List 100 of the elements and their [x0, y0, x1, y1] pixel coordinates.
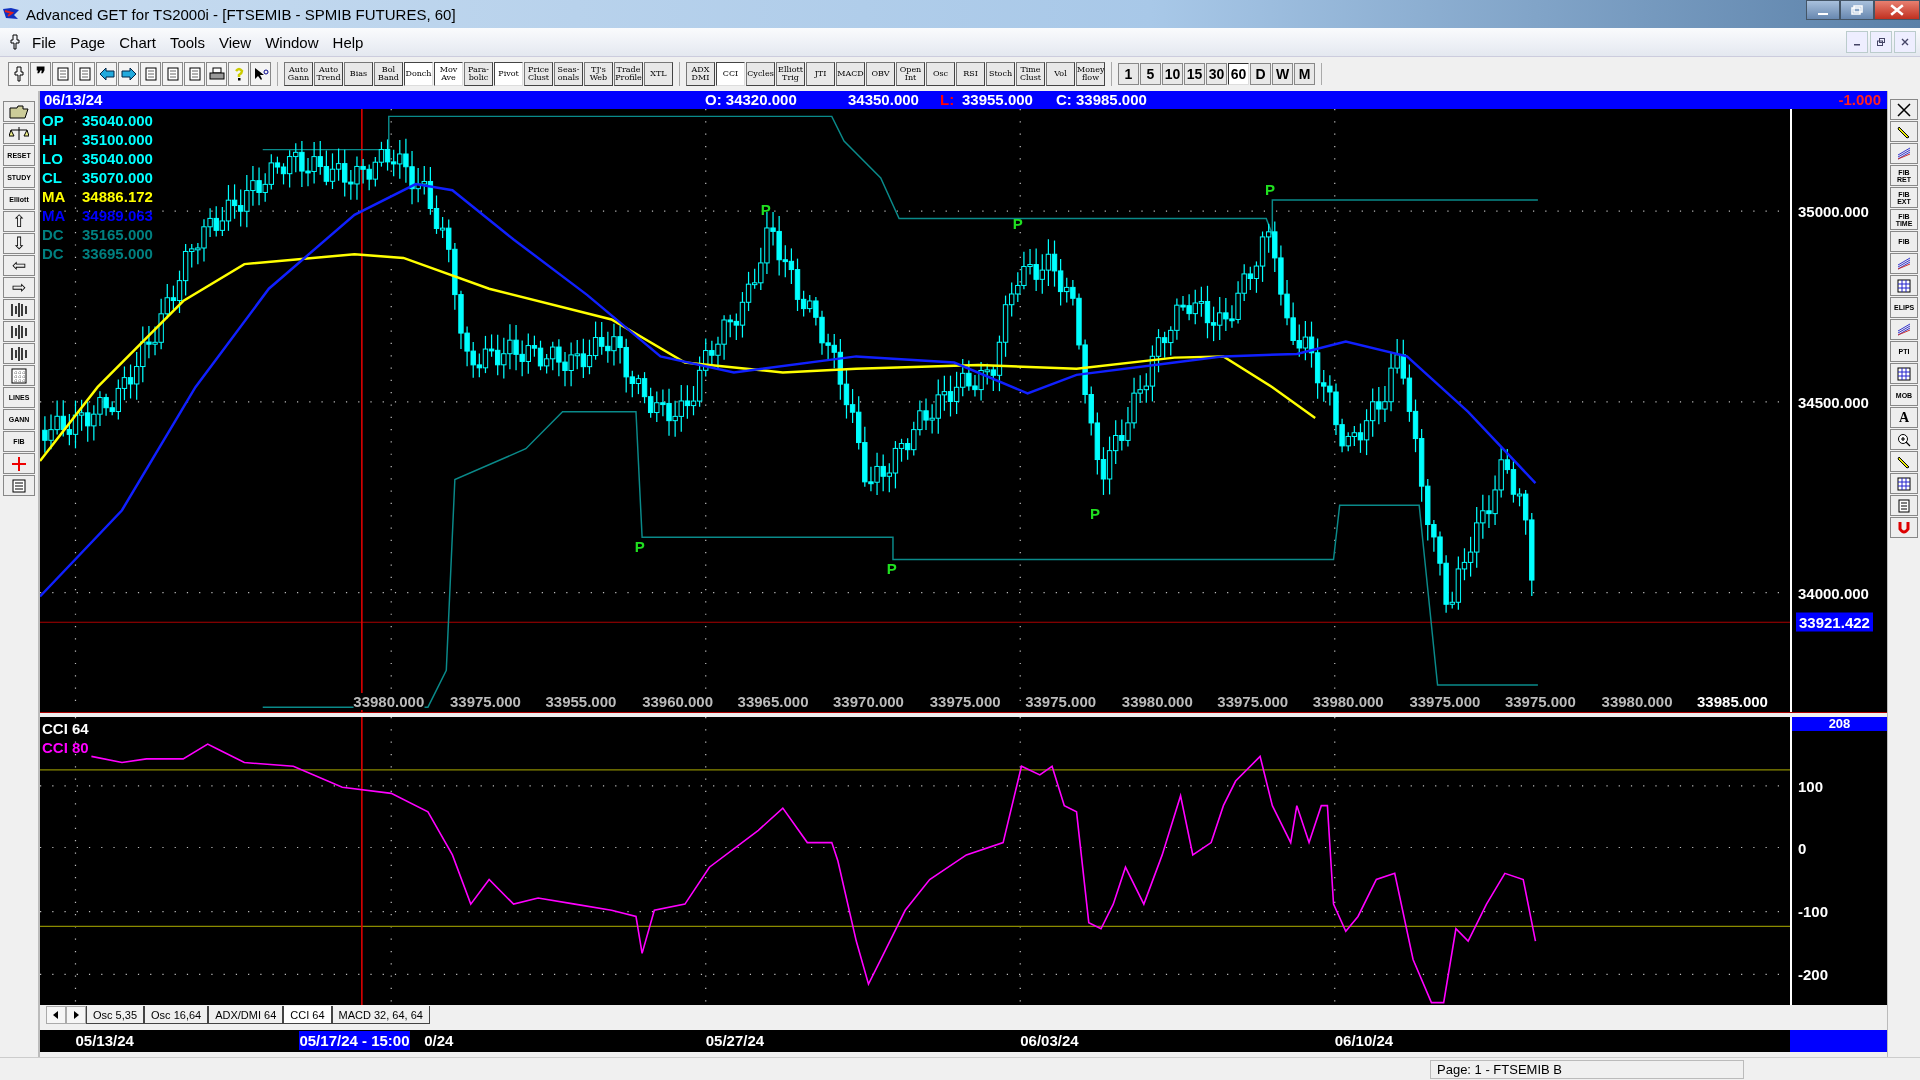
print-button[interactable]: [206, 62, 227, 86]
maximize-button[interactable]: [1840, 0, 1874, 20]
interval-button[interactable]: 30: [1206, 63, 1227, 85]
pivot-label: P: [1264, 180, 1275, 198]
overlay-toggle[interactable]: Auto Gann: [284, 62, 313, 86]
legend-value: 34989.063: [82, 205, 153, 225]
interval-button[interactable]: D: [1250, 63, 1271, 85]
menu-item[interactable]: Help: [326, 33, 370, 51]
magnet-tool-button[interactable]: [1890, 517, 1918, 538]
interval-button[interactable]: 10: [1162, 63, 1183, 85]
page-tool-button[interactable]: [3, 475, 35, 496]
pencil-tool-button[interactable]: [1890, 121, 1918, 142]
restore-button[interactable]: [1870, 31, 1892, 53]
overlay-toggle[interactable]: Trade Profile: [614, 62, 643, 86]
lines-tool-button[interactable]: [1890, 143, 1918, 164]
overlay-toggle[interactable]: Auto Trend: [314, 62, 343, 86]
grid-button[interactable]: [184, 62, 205, 86]
grid-icon: [1897, 278, 1911, 293]
overlay-toggle[interactable]: Para- bolic: [464, 62, 493, 86]
indicator-tab[interactable]: Osc 5,35: [86, 1006, 145, 1025]
indicator-tab[interactable]: CCI 64: [283, 1006, 332, 1025]
axis-label: -100: [1798, 903, 1829, 920]
indicator-toggle[interactable]: OBV: [866, 62, 895, 86]
printer-icon: [208, 67, 225, 81]
overlay-toggle[interactable]: Pivot: [494, 62, 523, 86]
grid-tool-button[interactable]: [3, 365, 35, 386]
tool-button[interactable]: ⇦: [3, 255, 35, 276]
page-tool-button[interactable]: [1890, 495, 1918, 516]
bars-tool-button[interactable]: [3, 299, 35, 320]
delete-button[interactable]: [162, 62, 183, 86]
scroll-left-button[interactable]: [46, 1006, 66, 1025]
indicator-toggle[interactable]: Money flow: [1076, 62, 1105, 86]
right-button[interactable]: [118, 62, 139, 86]
indicator-tab[interactable]: ADX/DMI 64: [208, 1006, 284, 1025]
menu-item[interactable]: Chart: [113, 33, 162, 51]
quote-button[interactable]: ❞: [30, 62, 51, 86]
close-tool-button[interactable]: [1890, 99, 1918, 120]
drawing-tool-button[interactable]: A: [1890, 407, 1918, 428]
menu-item[interactable]: File: [26, 33, 63, 51]
indicator-toggle[interactable]: Stoch: [986, 62, 1015, 86]
indicator-toggle[interactable]: ADX DMI: [686, 62, 715, 86]
left-button[interactable]: [96, 62, 117, 86]
save-button[interactable]: [74, 62, 95, 86]
lines-tool-button[interactable]: [1890, 253, 1918, 274]
copy-button[interactable]: [140, 62, 161, 86]
grid-tool-button[interactable]: [1890, 473, 1918, 494]
pin-button[interactable]: [8, 62, 29, 86]
interval-button[interactable]: M: [1294, 63, 1315, 85]
indicator-toggle[interactable]: Osc: [926, 62, 955, 86]
menu-item[interactable]: Tools: [163, 33, 211, 51]
indicator-toggle[interactable]: CCI: [716, 62, 745, 86]
overlay-toggle[interactable]: XTL: [644, 62, 673, 86]
indicator-toggle[interactable]: Elliott Trig: [776, 62, 805, 86]
indicator-toggle[interactable]: MACD: [836, 62, 865, 86]
grid-tool-button[interactable]: [1890, 275, 1918, 296]
overlay-toggle[interactable]: Seas- onals: [554, 62, 583, 86]
interval-button[interactable]: W: [1272, 63, 1293, 85]
menu-item[interactable]: Page: [64, 33, 112, 51]
interval-button[interactable]: 60: [1228, 63, 1249, 85]
overlay-toggle[interactable]: Mov Ave: [434, 62, 463, 86]
pencil-tool-button[interactable]: [1890, 451, 1918, 472]
interval-button[interactable]: 5: [1140, 63, 1161, 85]
overlay-toggle[interactable]: Price Clust: [524, 62, 553, 86]
pivot-label: P: [760, 200, 771, 218]
tool-button[interactable]: ⇨: [3, 277, 35, 298]
interval-button[interactable]: 15: [1184, 63, 1205, 85]
indicator-toggle[interactable]: RSI: [956, 62, 985, 86]
overlay-toggle[interactable]: Donch: [404, 62, 433, 86]
indicator-tab[interactable]: Osc 16,64: [144, 1006, 209, 1025]
zoom-tool-button[interactable]: [1890, 429, 1918, 450]
indicator-toggle[interactable]: Vol: [1046, 62, 1075, 86]
overlay-toggle[interactable]: Bol Band: [374, 62, 403, 86]
scroll-right-button[interactable]: [66, 1006, 86, 1025]
overlay-toggle[interactable]: TJ's Web: [584, 62, 613, 86]
overlay-toggle[interactable]: Bias: [344, 62, 373, 86]
minimize-button[interactable]: [1806, 0, 1840, 20]
pointer-button[interactable]: [250, 62, 271, 86]
scale-tool-button[interactable]: [3, 123, 35, 144]
menu-item[interactable]: View: [212, 33, 258, 51]
price-label: 33980.000: [353, 693, 425, 711]
close-button[interactable]: [1874, 0, 1920, 20]
cross-tool-button[interactable]: [3, 453, 35, 474]
folder-icon: [9, 103, 29, 120]
interval-button[interactable]: 1: [1118, 63, 1139, 85]
bars-tool-button[interactable]: [3, 321, 35, 342]
lines-tool-button[interactable]: [1890, 319, 1918, 340]
page-button[interactable]: [52, 62, 73, 86]
tool-button[interactable]: ⇩: [3, 233, 35, 254]
indicator-tab[interactable]: MACD 32, 64, 64: [331, 1006, 430, 1025]
folder-tool-button[interactable]: [3, 101, 35, 122]
indicator-toggle[interactable]: Cycles: [746, 62, 775, 86]
pivot-label: P: [1012, 214, 1023, 232]
bars-tool-button[interactable]: [3, 343, 35, 364]
menu-item[interactable]: Window: [259, 33, 325, 51]
tool-button[interactable]: ⇧: [3, 211, 35, 232]
indicator-toggle[interactable]: JTI: [806, 62, 835, 86]
grid-tool-button[interactable]: [1890, 363, 1918, 384]
date-label: 0/24: [424, 1032, 454, 1050]
indicator-toggle[interactable]: Open Int: [896, 62, 925, 86]
indicator-toggle[interactable]: Time Clust: [1016, 62, 1045, 86]
